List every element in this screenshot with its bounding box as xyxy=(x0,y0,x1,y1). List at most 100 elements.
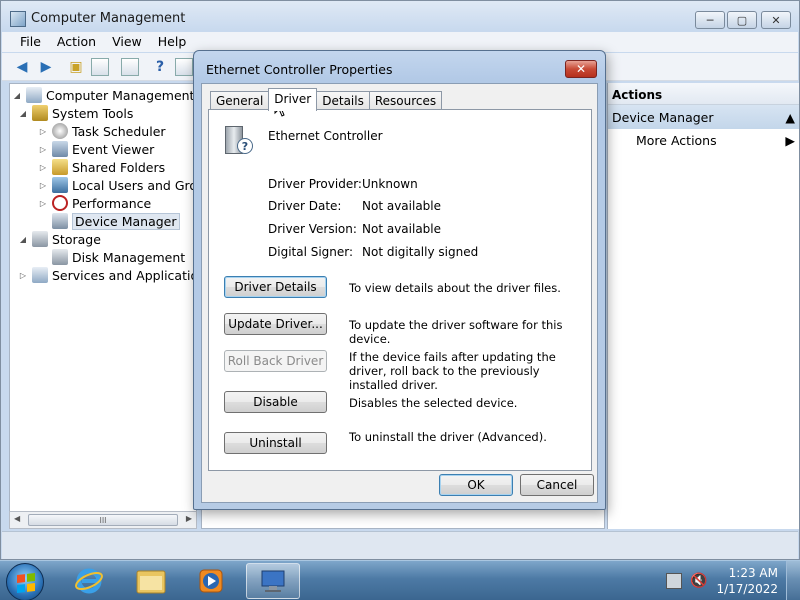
dialog-close-button[interactable]: ✕ xyxy=(565,60,597,78)
menu-help[interactable]: Help xyxy=(150,32,195,52)
network-status-icon[interactable] xyxy=(666,573,682,589)
uninstall-desc: To uninstall the driver (Advanced). xyxy=(349,430,547,444)
driver-date-label: Driver Date: xyxy=(268,199,342,213)
tree-item-shared-folders[interactable]: ▷ Shared Folders xyxy=(38,158,165,176)
expand-icon[interactable]: ◢ xyxy=(18,235,28,244)
disable-desc: Disables the selected device. xyxy=(349,396,518,410)
status-bar xyxy=(2,531,798,559)
show-desktop-button[interactable] xyxy=(786,561,800,600)
tree-item-system-tools[interactable]: ◢ System Tools xyxy=(18,104,133,122)
tab-driver[interactable]: Driver xyxy=(268,88,318,111)
help-icon[interactable]: ? xyxy=(150,57,170,77)
event-viewer-icon xyxy=(52,141,68,157)
action-pane-icon[interactable] xyxy=(174,57,194,77)
actions-section-device-manager[interactable]: Device Manager ▲ xyxy=(608,105,799,129)
scroll-left-icon[interactable]: ◀ xyxy=(14,514,20,523)
dialog-body: General Driver Details Resources ? Ether… xyxy=(201,83,598,503)
expand-icon[interactable]: ▷ xyxy=(38,199,48,208)
users-icon xyxy=(52,177,68,193)
system-tray: 🔇 1:23 AM 1/17/2022 xyxy=(660,561,800,600)
clock[interactable]: 1:23 AM 1/17/2022 xyxy=(716,565,778,597)
performance-icon xyxy=(52,195,68,211)
expand-icon[interactable]: ▷ xyxy=(18,271,28,280)
forward-icon[interactable]: ▶ xyxy=(36,57,56,77)
driver-details-button[interactable]: Driver Details xyxy=(224,276,327,298)
menu-action[interactable]: Action xyxy=(49,32,104,52)
device-manager-icon xyxy=(52,213,68,229)
device-name: Ethernet Controller xyxy=(268,129,383,143)
clock-icon xyxy=(52,123,68,139)
tree-item-disk-management[interactable]: Disk Management xyxy=(38,248,185,266)
uninstall-button[interactable]: Uninstall xyxy=(224,432,327,454)
expand-icon[interactable]: ▷ xyxy=(38,145,48,154)
expand-icon[interactable]: ▷ xyxy=(38,127,48,136)
cancel-button[interactable]: Cancel xyxy=(520,474,594,496)
ok-button[interactable]: OK xyxy=(439,474,513,496)
tab-resources[interactable]: Resources xyxy=(368,91,443,111)
explorer-button[interactable] xyxy=(124,563,178,599)
folder-icon xyxy=(136,570,166,594)
window-title: Computer Management xyxy=(31,11,186,26)
clock-date: 1/17/2022 xyxy=(716,582,778,596)
expand-icon[interactable]: ▷ xyxy=(38,181,48,190)
clock-time: 1:23 AM xyxy=(728,566,778,580)
services-icon xyxy=(32,267,48,283)
actions-pane: Actions Device Manager ▲ More Actions ▶ xyxy=(607,83,799,529)
properties-icon[interactable] xyxy=(120,57,140,77)
computer-management-icon xyxy=(10,11,26,27)
collapse-icon[interactable]: ▲ xyxy=(785,110,795,125)
tree-item-storage[interactable]: ◢ Storage xyxy=(18,230,101,248)
scroll-right-icon[interactable]: ▶ xyxy=(186,514,192,523)
digital-signer-label: Digital Signer: xyxy=(268,245,354,259)
shared-folder-icon xyxy=(52,159,68,175)
dialog-title: Ethernet Controller Properties xyxy=(206,62,393,77)
menu-view[interactable]: View xyxy=(104,32,150,52)
close-button[interactable]: ✕ xyxy=(761,11,791,29)
menu-file[interactable]: File xyxy=(12,32,49,52)
disk-icon xyxy=(52,249,68,265)
start-button[interactable] xyxy=(6,563,44,600)
internet-explorer-button[interactable] xyxy=(62,563,116,599)
tree-item-task-scheduler[interactable]: ▷ Task Scheduler xyxy=(38,122,166,140)
driver-version-label: Driver Version: xyxy=(268,222,357,236)
maximize-button[interactable]: ▢ xyxy=(727,11,757,29)
computer-management-taskbar-button[interactable] xyxy=(246,563,300,599)
tree-item-services[interactable]: ▷ Services and Applications xyxy=(18,266,196,284)
up-folder-icon[interactable]: ▣ xyxy=(66,57,86,77)
computer-icon xyxy=(26,87,42,103)
driver-version-value: Not available xyxy=(362,222,442,236)
windows-logo-icon xyxy=(17,573,35,593)
tree-item-device-manager[interactable]: Device Manager xyxy=(38,212,180,230)
media-player-button[interactable] xyxy=(184,563,238,599)
expand-icon[interactable]: ◢ xyxy=(12,91,22,100)
volume-muted-icon[interactable]: 🔇 xyxy=(690,573,707,589)
back-icon[interactable]: ◀ xyxy=(12,57,32,77)
submenu-arrow-icon: ▶ xyxy=(785,133,795,148)
storage-icon xyxy=(32,231,48,247)
roll-back-driver-button[interactable]: Roll Back Driver xyxy=(224,350,327,372)
scroll-thumb[interactable]: III xyxy=(28,514,178,526)
internet-explorer-icon xyxy=(75,568,103,594)
digital-signer-value: Not digitally signed xyxy=(362,245,479,259)
navigation-tree: ◢ Computer Management (Local) ◢ System T… xyxy=(9,83,197,529)
roll-back-driver-desc: If the device fails after updating the d… xyxy=(349,350,556,392)
media-player-icon xyxy=(199,569,223,593)
tree-item-root[interactable]: ◢ Computer Management (Local) xyxy=(12,86,196,104)
properties-dialog: Ethernet Controller Properties ✕ General… xyxy=(193,50,606,510)
more-actions-item[interactable]: More Actions ▶ xyxy=(608,129,799,151)
update-driver-button[interactable]: Update Driver... xyxy=(224,313,327,335)
tree-horizontal-scrollbar[interactable]: ◀ III ▶ xyxy=(9,511,197,529)
menu-bar: File Action View Help xyxy=(2,32,798,52)
expand-icon[interactable]: ▷ xyxy=(38,163,48,172)
tree-item-event-viewer[interactable]: ▷ Event Viewer xyxy=(38,140,154,158)
disable-button[interactable]: Disable xyxy=(224,391,327,413)
expand-icon[interactable]: ◢ xyxy=(18,109,28,118)
tab-general[interactable]: General xyxy=(210,91,270,111)
driver-tab-panel: ? Ethernet Controller Driver Provider: U… xyxy=(208,109,592,471)
minimize-button[interactable]: ─ xyxy=(695,11,725,29)
tree-item-local-users[interactable]: ▷ Local Users and Groups xyxy=(38,176,196,194)
tree-item-performance[interactable]: ▷ Performance xyxy=(38,194,151,212)
show-hide-tree-icon[interactable] xyxy=(90,57,110,77)
tab-details[interactable]: Details xyxy=(316,91,370,111)
actions-header: Actions xyxy=(608,83,799,105)
